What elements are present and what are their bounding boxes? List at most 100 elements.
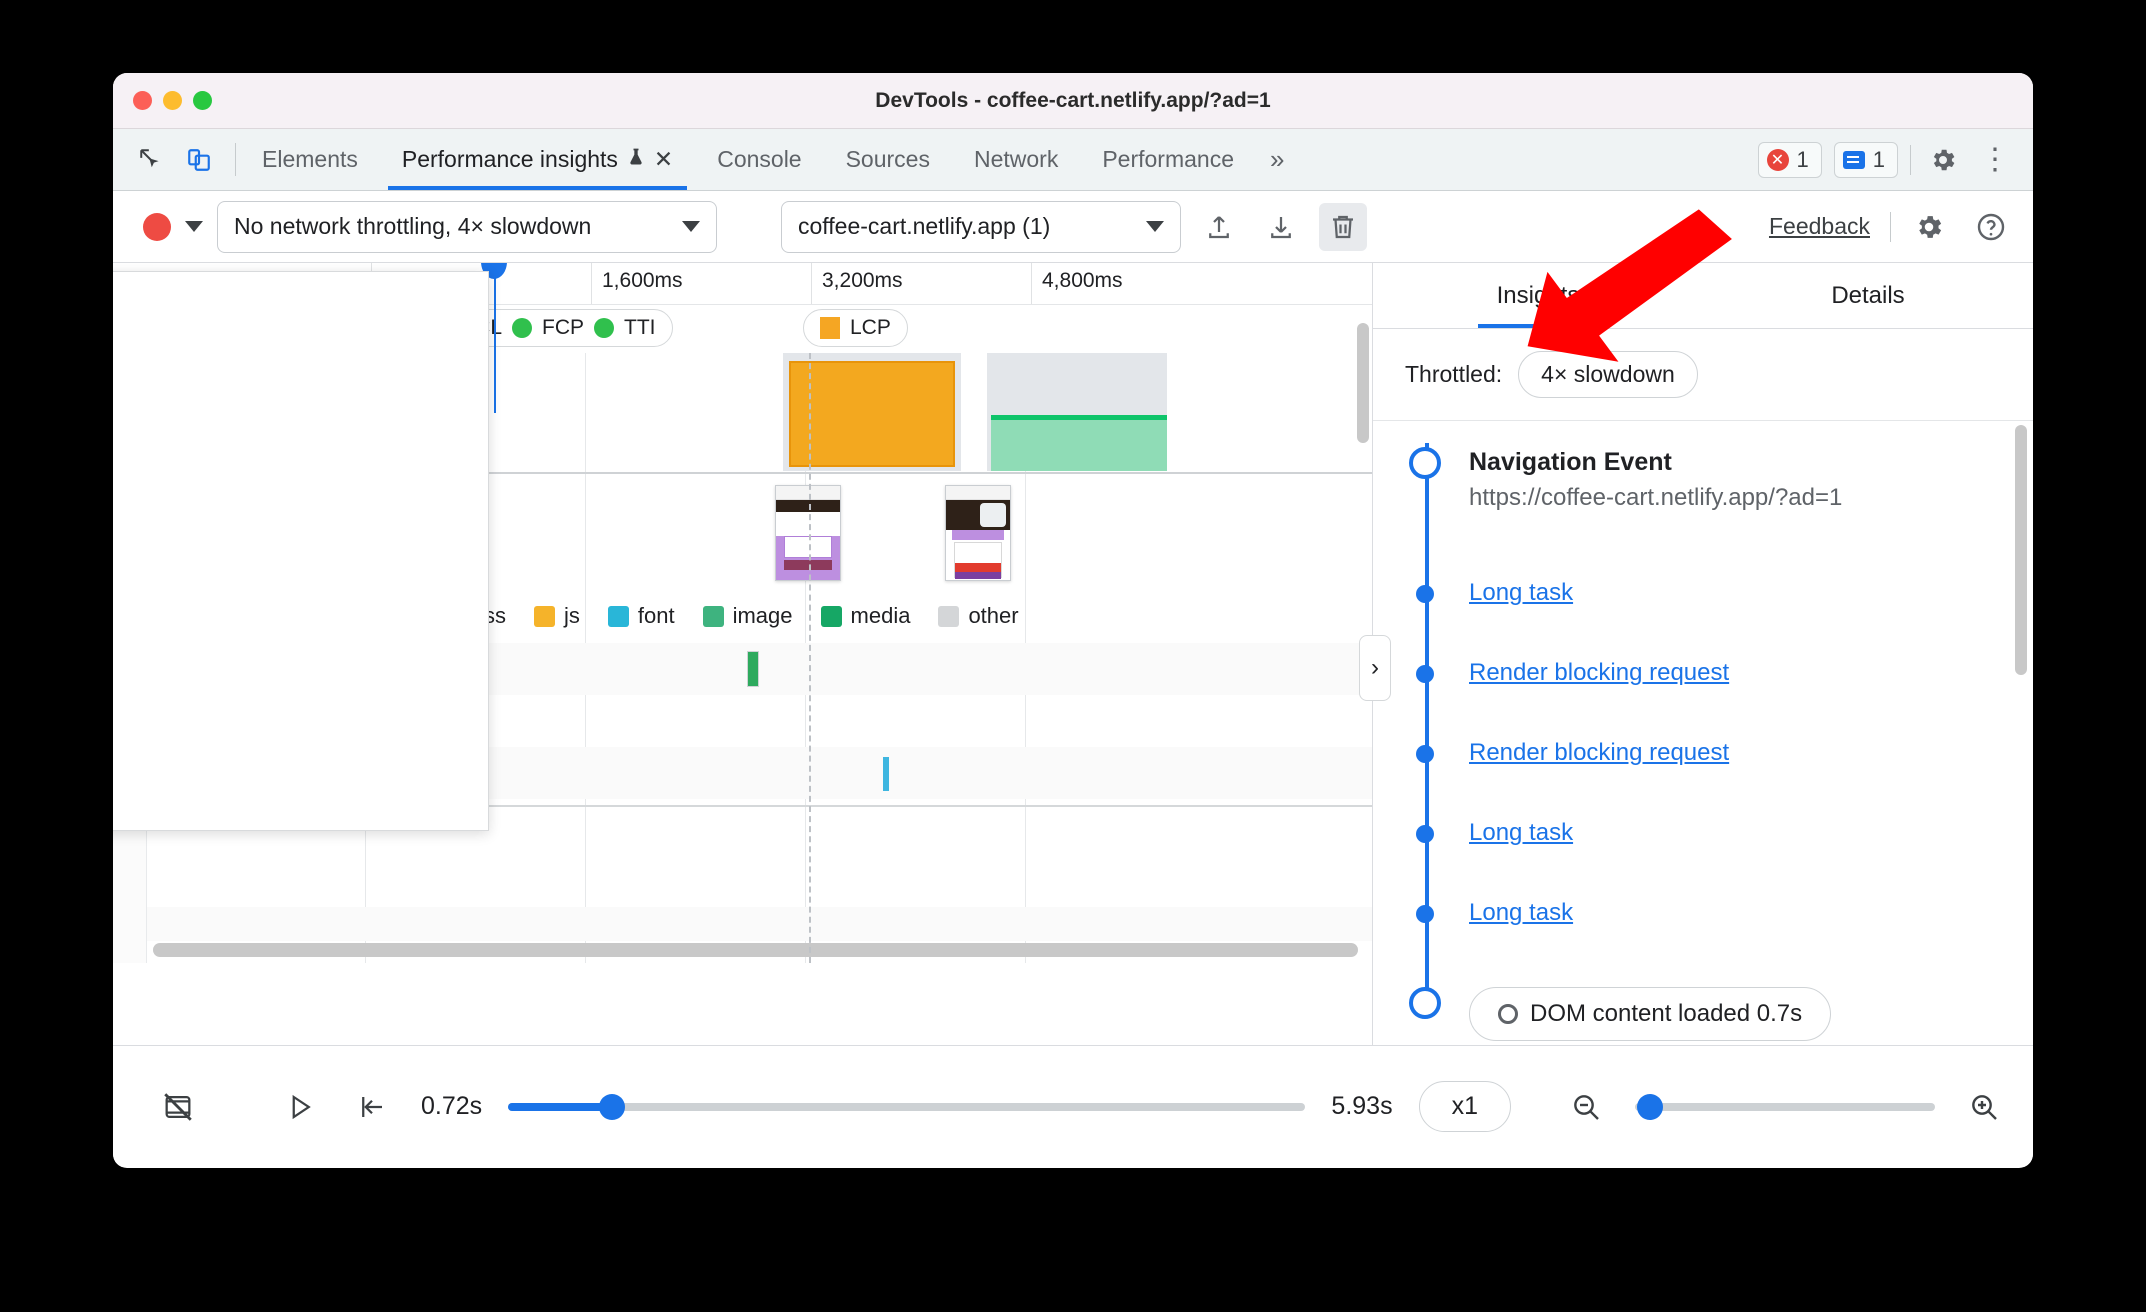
record-dropdown-caret-icon[interactable]	[185, 221, 203, 232]
recording-select-value: coffee-cart.netlify.app (1)	[798, 213, 1051, 239]
upload-recording-button[interactable]	[1195, 203, 1243, 251]
tabbar-divider	[235, 143, 236, 176]
more-tabs-icon[interactable]: »	[1256, 129, 1298, 190]
ruler-tick: 3,200ms	[811, 263, 903, 304]
tab-network[interactable]: Network	[952, 129, 1080, 190]
tab-performance-label: Performance	[1102, 146, 1234, 172]
throttled-value-pill[interactable]: 4× slowdown	[1518, 351, 1698, 398]
range-slider-knob[interactable]	[598, 1093, 625, 1120]
network-image-bar[interactable]	[747, 651, 759, 687]
insight-link-render-blocking-request[interactable]: Render blocking request	[1469, 739, 1729, 767]
tab-details-label: Details	[1831, 281, 1905, 309]
marker-group-lcp[interactable]: LCP	[803, 309, 908, 347]
insight-list-item[interactable]: Render blocking request	[1373, 739, 2033, 775]
insight-link-long-task[interactable]: Long task	[1469, 579, 1573, 607]
insight-link-render-blocking-request[interactable]: Render blocking request	[1469, 659, 1729, 687]
message-icon	[1842, 150, 1865, 169]
zoom-in-icon[interactable]	[1961, 1084, 2007, 1130]
event-node-icon	[1409, 987, 1441, 1020]
insight-navigation-event[interactable]: Navigation Event https://coffee-cart.net…	[1373, 447, 2033, 513]
insight-link-long-task[interactable]: Long task	[1469, 899, 1573, 927]
tab-console[interactable]: Console	[695, 129, 823, 190]
insight-list-item[interactable]: Long task	[1373, 579, 2033, 615]
playback-speed-button[interactable]: x1	[1418, 1081, 1511, 1132]
timeline-horizontal-scrollbar[interactable]	[153, 943, 1358, 957]
insight-list-item[interactable]: Long task	[1373, 819, 2033, 855]
tab-insights-label: Insights	[1496, 281, 1580, 309]
delete-recording-button[interactable]	[1319, 202, 1367, 251]
record-button[interactable]	[143, 212, 171, 241]
legend-item-media: media	[820, 603, 910, 629]
tab-elements[interactable]: Elements	[240, 129, 380, 190]
dom-content-loaded-pill[interactable]: DOM content loaded 0.7s	[1469, 987, 1832, 1042]
main-thread-image-block[interactable]	[991, 415, 1167, 471]
zoom-slider-knob[interactable]	[1637, 1093, 1663, 1120]
play-button[interactable]	[277, 1084, 323, 1130]
event-node-icon	[1416, 905, 1434, 924]
window-titlebar: DevTools - coffee-cart.netlify.app/?ad=1	[113, 73, 2033, 129]
zoom-out-icon[interactable]	[1563, 1084, 1609, 1130]
timeline-range-slider[interactable]	[508, 1093, 1306, 1120]
legend-swatch-js	[534, 605, 555, 627]
tab-network-label: Network	[973, 146, 1059, 172]
timeline-pane[interactable]: 0ms 1,600ms 3,200ms 4,800ms DCL FCP TTI	[113, 263, 1373, 1045]
recording-select[interactable]: coffee-cart.netlify.app (1)	[781, 200, 1181, 253]
event-node-icon	[1416, 745, 1434, 764]
tti-marker-icon	[594, 318, 615, 338]
close-tab-icon[interactable]: ✕	[654, 146, 673, 173]
legend-item-font: font	[607, 603, 675, 629]
timeline-vertical-scrollbar[interactable]	[1357, 323, 1369, 443]
main-content: 0ms 1,600ms 3,200ms 4,800ms DCL FCP TTI	[113, 263, 2033, 1045]
network-request-row[interactable]	[147, 907, 1372, 941]
tab-sources-label: Sources	[845, 146, 930, 172]
sidebar-collapse-handle[interactable]: ›	[1359, 635, 1391, 701]
legend-swatch-font	[607, 605, 629, 627]
maximize-window-button[interactable]	[193, 91, 212, 110]
close-window-button[interactable]	[133, 91, 152, 110]
tabbar-right-divider	[1910, 144, 1911, 175]
jump-to-start-button[interactable]	[349, 1084, 395, 1130]
tabbar-status-area: ✕ 1 1 ⋮	[1757, 129, 2034, 190]
network-font-bar[interactable]	[883, 757, 889, 791]
insight-link-long-task[interactable]: Long task	[1469, 819, 1573, 847]
legend-item-other: other	[938, 603, 1019, 629]
gear-icon[interactable]	[1905, 203, 1953, 251]
device-toolbar-icon[interactable]	[179, 140, 219, 180]
network-throttling-select[interactable]: No network throttling, 4× slowdown	[217, 200, 717, 253]
tab-sources[interactable]: Sources	[824, 129, 952, 190]
main-thread-js-block[interactable]	[789, 361, 955, 467]
lcp-marker-icon	[820, 317, 840, 339]
insight-dom-content-loaded[interactable]: DOM content loaded 0.7s	[1373, 987, 2033, 1042]
tab-performance-insights[interactable]: Performance insights ✕	[380, 129, 695, 190]
more-options-icon[interactable]: ⋮	[1975, 140, 2015, 180]
feedback-link[interactable]: Feedback	[1769, 213, 1870, 240]
insights-event-list[interactable]: Navigation Event https://coffee-cart.net…	[1373, 421, 2033, 1045]
help-icon[interactable]	[1967, 203, 2015, 251]
tab-insights[interactable]: Insights	[1373, 263, 1703, 328]
message-count-badge[interactable]: 1	[1833, 141, 1898, 178]
thumbnail-hero-strip	[776, 500, 840, 512]
filmstrip-thumbnail[interactable]	[775, 485, 841, 581]
thumbnail-hero-strip	[946, 500, 1010, 530]
inspect-element-icon[interactable]	[131, 140, 171, 180]
zoom-slider[interactable]	[1635, 1093, 1935, 1120]
minimize-window-button[interactable]	[163, 91, 182, 110]
sidebar-vertical-scrollbar[interactable]	[2015, 425, 2027, 675]
error-count-badge[interactable]: ✕ 1	[1757, 141, 1822, 178]
tab-details[interactable]: Details	[1703, 263, 2033, 328]
gear-icon[interactable]	[1923, 140, 1963, 180]
ruler-tick: 4,800ms	[1031, 263, 1123, 304]
devtools-tabbar: Elements Performance insights ✕ Console …	[113, 129, 2033, 191]
message-count-label: 1	[1872, 146, 1885, 172]
timeline-tracks[interactable]: css js font image media other	[113, 263, 1372, 963]
window-title: DevTools - coffee-cart.netlify.app/?ad=1	[875, 88, 1271, 112]
filmstrip-toggle-icon[interactable]	[155, 1084, 201, 1130]
insight-list-item[interactable]: Render blocking request	[1373, 659, 2033, 695]
navigation-event-url: https://coffee-cart.netlify.app/?ad=1	[1469, 484, 1843, 512]
download-recording-button[interactable]	[1257, 203, 1305, 251]
timeline-cursor-line	[809, 353, 811, 963]
tab-performance[interactable]: Performance	[1080, 129, 1256, 190]
filmstrip-thumbnail[interactable]	[945, 485, 1011, 581]
insight-list-item[interactable]: Long task	[1373, 899, 2033, 935]
marker-label-fcp: FCP	[542, 316, 585, 339]
